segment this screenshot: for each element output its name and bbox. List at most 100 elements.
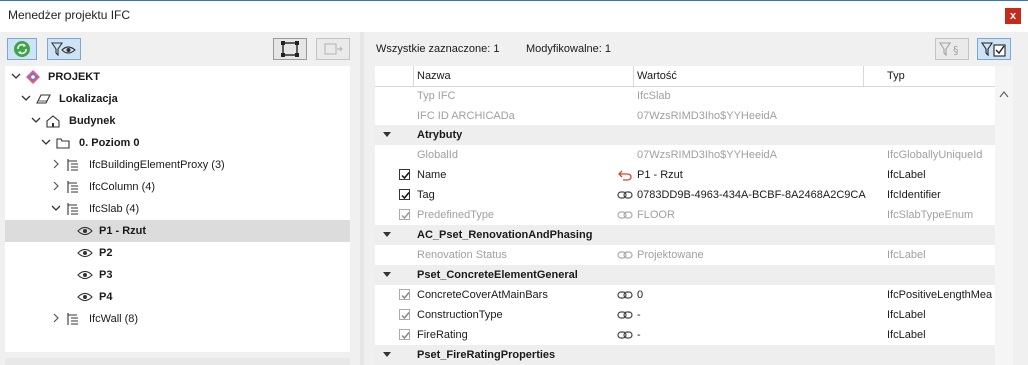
chevron-down-icon[interactable] xyxy=(11,70,21,82)
building-icon xyxy=(46,115,60,128)
property-value: Projektowane xyxy=(637,249,704,261)
tree-item-p4[interactable]: P4 xyxy=(5,286,350,308)
tree-item-ifcslab[interactable]: IfcSlab (4) xyxy=(5,198,350,220)
column-header-name[interactable]: Nazwa xyxy=(417,70,451,82)
tree-item-label: IfcColumn (4) xyxy=(89,181,156,193)
property-checkbox[interactable] xyxy=(399,289,410,300)
filter-checked-button[interactable] xyxy=(977,38,1011,60)
check-mark-icon xyxy=(401,212,410,220)
tree-item-label: Lokalizacja xyxy=(59,93,118,105)
properties-grid: Nazwa Wartość Typ Typ IFC IfcSlab IFC ID… xyxy=(375,66,995,365)
property-row[interactable]: FireRating - IfcLabel xyxy=(375,325,995,345)
property-value[interactable]: - xyxy=(637,329,641,341)
property-type: IfcLabel xyxy=(887,329,926,341)
property-row[interactable]: GlobalId 07WzsRIMD3Iho$YYHeeidA IfcGloba… xyxy=(375,145,995,165)
property-value[interactable]: 0 xyxy=(637,289,643,301)
property-row[interactable]: Name P1 - Rzut IfcLabel xyxy=(375,165,995,185)
filter-properties-button[interactable]: § xyxy=(935,38,969,60)
group-row-pset-concrete[interactable]: Pset_ConcreteElementGeneral xyxy=(375,265,995,285)
property-value[interactable]: P1 - Rzut xyxy=(637,169,683,181)
property-row[interactable]: Tag 0783DD9B-4963-434A-BCBF-8A2468A2C9CA… xyxy=(375,185,995,205)
filter-eye-icon xyxy=(51,42,76,57)
property-row[interactable]: IFC ID ARCHICADa 07WzsRIMD3Iho$YYHeeidA xyxy=(375,106,995,126)
property-checkbox[interactable] xyxy=(399,209,410,220)
link-icon[interactable] xyxy=(617,329,633,341)
chevron-right-icon[interactable] xyxy=(51,180,61,192)
link-icon[interactable] xyxy=(617,289,633,301)
property-row[interactable]: Renovation Status Projektowane IfcLabel xyxy=(375,245,995,265)
property-name: ConstructionType xyxy=(417,309,503,321)
tree-item-ifcwall[interactable]: IfcWall (8) xyxy=(5,308,350,330)
collapse-triangle-icon[interactable] xyxy=(383,272,391,277)
property-row[interactable]: ConcreteCoverAtMainBars 0 IfcPositiveLen… xyxy=(375,285,995,305)
ifc-tree: PROJEKT Lokalizacja Budynek 0. Poziom 0 … xyxy=(5,66,350,352)
tree-item-ifccolumn[interactable]: IfcColumn (4) xyxy=(5,176,350,198)
group-row-ac-pset-renovation[interactable]: AC_Pset_RenovationAndPhasing xyxy=(375,225,995,245)
chevron-right-icon[interactable] xyxy=(51,312,61,324)
property-checkbox[interactable] xyxy=(399,329,410,340)
scroll-up-icon[interactable] xyxy=(999,90,1009,98)
property-checkbox[interactable] xyxy=(399,189,410,200)
tree-item-projekt[interactable]: PROJEKT xyxy=(5,66,350,88)
frame-arrow-icon xyxy=(324,43,343,55)
tree-item-budynek[interactable]: Budynek xyxy=(5,110,350,132)
chevron-right-icon[interactable] xyxy=(51,158,61,170)
collapse-triangle-icon[interactable] xyxy=(383,132,391,137)
column-header-type[interactable]: Typ xyxy=(887,70,905,82)
property-name: Tag xyxy=(417,189,435,201)
group-row-pset-firerating[interactable]: Pset_FireRatingProperties xyxy=(375,345,995,365)
tree-item-storey[interactable]: 0. Poziom 0 xyxy=(5,132,350,154)
column-separator[interactable] xyxy=(863,66,864,86)
left-panel-footer xyxy=(5,358,350,365)
refresh-button[interactable] xyxy=(7,38,37,60)
select-in-model-button[interactable] xyxy=(273,38,307,60)
property-type: IfcPositiveLengthMea xyxy=(887,289,993,301)
filter-view-button[interactable] xyxy=(47,38,81,60)
link-icon[interactable] xyxy=(617,189,633,201)
link-icon[interactable] xyxy=(617,309,633,321)
chevron-down-icon[interactable] xyxy=(51,202,61,214)
property-type: IfcSlabTypeEnum xyxy=(887,209,974,221)
chevron-down-icon[interactable] xyxy=(31,114,41,126)
tree-item-lokalizacja[interactable]: Lokalizacja xyxy=(5,88,350,110)
chevron-down-icon[interactable] xyxy=(21,92,31,104)
property-value: 07WzsRIMD3Iho$YYHeeidA xyxy=(637,110,778,122)
select-frame-icon xyxy=(281,41,299,57)
column-separator[interactable] xyxy=(633,66,634,86)
property-row[interactable]: Typ IFC IfcSlab xyxy=(375,86,995,106)
collapse-triangle-icon[interactable] xyxy=(383,232,391,237)
visible-eye-icon xyxy=(77,248,93,258)
tree-item-label: P3 xyxy=(99,269,113,281)
close-button[interactable]: x xyxy=(1005,8,1021,24)
link-icon[interactable] xyxy=(617,209,633,221)
visible-eye-icon xyxy=(77,292,93,302)
link-icon[interactable] xyxy=(617,249,633,261)
property-row[interactable]: ConstructionType - IfcLabel xyxy=(375,305,995,325)
undo-icon[interactable] xyxy=(617,169,633,181)
property-value[interactable]: 0783DD9B-4963-434A-BCBF-8A2468A2C9CA xyxy=(637,189,866,201)
column-header-value[interactable]: Wartość xyxy=(637,70,677,82)
tree-item-p2[interactable]: P2 xyxy=(5,242,350,264)
tree-item-label: IfcBuildingElementProxy (3) xyxy=(89,159,225,171)
property-value[interactable]: - xyxy=(637,309,641,321)
check-mark-icon xyxy=(401,192,410,200)
svg-text:§: § xyxy=(953,44,959,57)
check-mark-icon xyxy=(401,312,410,320)
ifc-class-icon xyxy=(67,181,78,193)
tree-item-ifcbuildingelementproxy[interactable]: IfcBuildingElementProxy (3) xyxy=(5,154,350,176)
tree-item-p3[interactable]: P3 xyxy=(5,264,350,286)
vertical-scrollbar[interactable] xyxy=(995,66,1013,365)
column-separator[interactable] xyxy=(413,66,414,86)
property-row[interactable]: PredefinedType FLOOR IfcSlabTypeEnum xyxy=(375,205,995,225)
tree-item-label: P2 xyxy=(99,247,113,259)
disabled-tool-button[interactable] xyxy=(316,38,350,60)
tree-item-p1[interactable]: P1 - Rzut xyxy=(5,220,350,242)
chevron-down-icon[interactable] xyxy=(41,136,51,148)
property-checkbox[interactable] xyxy=(399,169,410,180)
collapse-triangle-icon[interactable] xyxy=(383,352,391,357)
property-checkbox[interactable] xyxy=(399,309,410,320)
group-row-atrybuty[interactable]: Atrybuty xyxy=(375,125,995,145)
storey-icon xyxy=(56,138,70,149)
tree-item-label: IfcSlab (4) xyxy=(89,203,140,215)
title-bar xyxy=(0,0,1028,32)
